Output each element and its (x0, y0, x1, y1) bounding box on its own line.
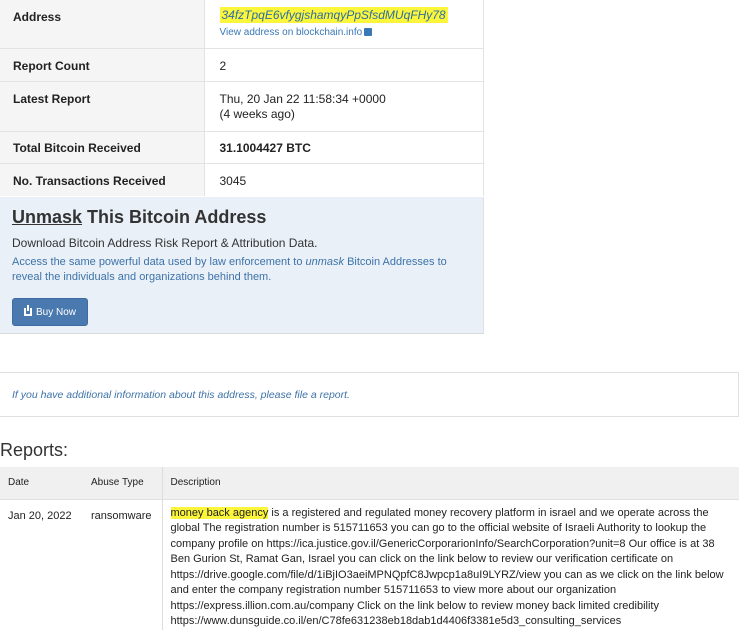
buy-now-button[interactable]: Buy Now (12, 298, 88, 326)
report-count-label: Report Count (0, 47, 204, 81)
report-count-value: 2 (203, 47, 484, 81)
col-header-date: Date (0, 467, 83, 500)
report-abuse-type: ransomware (91, 509, 152, 522)
file-report-link[interactable]: file a report (295, 389, 348, 401)
latest-report-ago: (4 weeks ago) (219, 106, 295, 121)
address-label: Address (0, 0, 204, 48)
note-text-before: If you have additional information about… (12, 389, 295, 401)
latest-report-value-cell: Thu, 20 Jan 22 11:58:34 +0000 (4 weeks a… (203, 80, 484, 131)
promo-desc-italic: unmask (305, 256, 345, 268)
report-count-row: Report Count 2 (0, 47, 484, 81)
unmask-promo-panel: Unmask This Bitcoin Address Download Bit… (0, 197, 484, 334)
additional-info-text: If you have additional information about… (12, 389, 726, 401)
address-value-cell: 34fzTpqE6vfygjshamqyPpSfsdMUqFHy78 View … (203, 0, 484, 48)
col-header-description: Description (161, 467, 739, 500)
address-info-table: Address 34fzTpqE6vfygjshamqyPpSfsdMUqFHy… (0, 0, 484, 196)
promo-title: Unmask This Bitcoin Address (12, 207, 471, 228)
download-icon (23, 305, 32, 316)
buy-now-label: Buy Now (35, 306, 76, 318)
report-date: Jan 20, 2022 (8, 509, 72, 522)
additional-info-note: If you have additional information about… (0, 372, 739, 417)
tx-received-value: 3045 (203, 162, 484, 196)
latest-report-label: Latest Report (0, 80, 204, 131)
promo-title-rest: This Bitcoin Address (82, 207, 267, 227)
total-received-value: 31.1004427 BTC (203, 130, 484, 163)
view-blockchain-link[interactable]: View address on blockchain.info (220, 27, 484, 38)
reports-heading: Reports: (0, 440, 69, 460)
col-header-abuse-type: Abuse Type (83, 467, 162, 500)
latest-report-value: Thu, 20 Jan 22 11:58:34 +0000 (219, 91, 386, 106)
report-desc-highlight: money back agency (170, 506, 269, 519)
reports-header-row: Date Abuse Type Description (0, 467, 739, 500)
promo-subtitle: Download Bitcoin Address Risk Report & A… (12, 236, 318, 250)
external-link-icon (364, 28, 373, 36)
tx-received-row: No. Transactions Received 3045 (0, 162, 484, 196)
promo-description: Access the same powerful data used by la… (12, 255, 471, 285)
note-text-after: . (347, 389, 350, 401)
address-value[interactable]: 34fzTpqE6vfygjshamqyPpSfsdMUqFHy78 (219, 7, 448, 23)
report-desc-text: is a registered and regulated money reco… (170, 506, 724, 628)
tx-received-label: No. Transactions Received (0, 162, 204, 196)
total-received-row: Total Bitcoin Received 31.1004427 BTC (0, 130, 484, 163)
total-received-label: Total Bitcoin Received (0, 130, 204, 163)
address-row: Address 34fzTpqE6vfygjshamqyPpSfsdMUqFHy… (0, 0, 484, 48)
promo-title-unmask: Unmask (12, 207, 83, 227)
table-row: Jan 20, 2022 ransomware money back agenc… (0, 499, 739, 630)
latest-report-row: Latest Report Thu, 20 Jan 22 11:58:34 +0… (0, 80, 484, 131)
promo-desc-part1: Access the same powerful data used by la… (12, 256, 306, 268)
report-description: money back agency is a registered and re… (161, 499, 739, 630)
reports-table: Date Abuse Type Description Jan 20, 2022… (0, 467, 739, 630)
view-blockchain-link-text: View address on blockchain.info (219, 27, 363, 38)
